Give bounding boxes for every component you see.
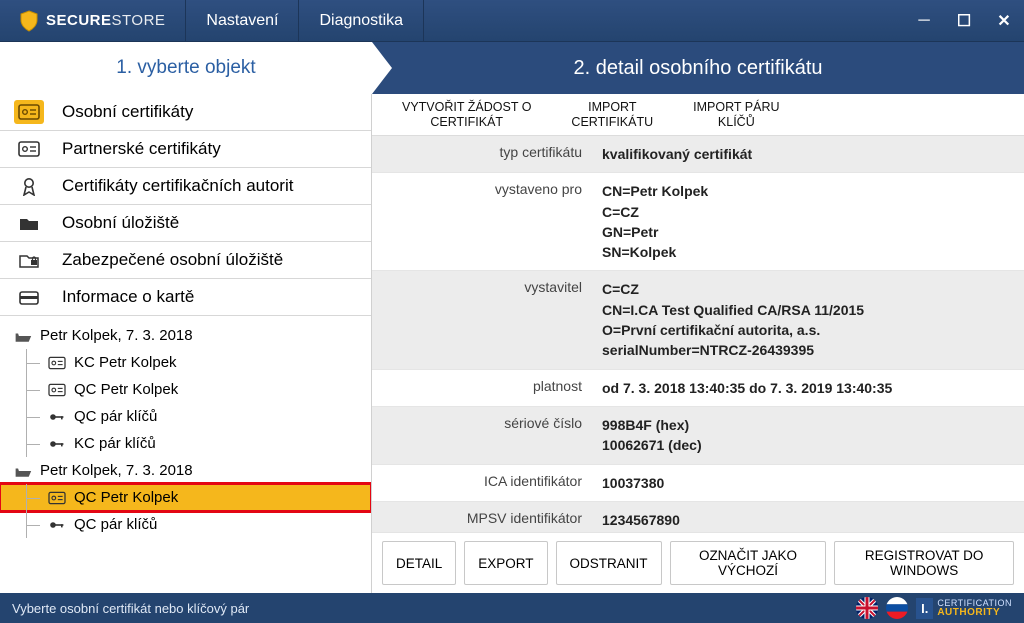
menu-settings[interactable]: Nastavení — [185, 0, 299, 41]
card-icon — [14, 285, 44, 309]
category-ca[interactable]: Certifikáty certifikačních autorit — [0, 168, 371, 205]
status-hint: Vyberte osobní certifikát nebo klíčový p… — [12, 601, 249, 616]
menu-diagnostics[interactable]: Diagnostika — [299, 0, 424, 41]
tree-item-label: KC Petr Kolpek — [74, 354, 177, 371]
tree-item[interactable]: QC Petr Kolpek — [0, 376, 371, 403]
property-value: C=CZCN=I.CA Test Qualified CA/RSA 11/201… — [592, 271, 1024, 369]
property-label: platnost — [372, 369, 592, 406]
property-value: kvalifikovaný certifikát — [592, 136, 1024, 173]
step-1: 1. vyberte objekt — [0, 42, 372, 94]
tree-folder-label: Petr Kolpek, 7. 3. 2018 — [40, 327, 193, 344]
app-name-2: STORE — [112, 12, 166, 29]
category-partner[interactable]: Partnerské certifikáty — [0, 131, 371, 168]
properties-scroll[interactable]: typ certifikátukvalifikovaný certifikátv… — [372, 136, 1024, 593]
property-label: ICA identifikátor — [372, 464, 592, 501]
btn-export[interactable]: EXPORT — [464, 541, 547, 585]
category-label: Zabezpečené osobní úložiště — [62, 250, 283, 270]
properties-table: typ certifikátukvalifikovaný certifikátv… — [372, 136, 1024, 576]
tree-folder-label: Petr Kolpek, 7. 3. 2018 — [40, 462, 193, 479]
category-secstore[interactable]: Zabezpečené osobní úložiště — [0, 242, 371, 279]
step-header: 1. vyberte objekt 2. detail osobního cer… — [0, 42, 1024, 94]
property-row: vystavitelC=CZCN=I.CA Test Qualified CA/… — [372, 271, 1024, 369]
btn-register-windows[interactable]: REGISTROVAT DO WINDOWS — [834, 541, 1014, 585]
property-label: typ certifikátu — [372, 136, 592, 173]
category-label: Partnerské certifikáty — [62, 139, 221, 159]
property-label: sériové číslo — [372, 406, 592, 464]
medal-icon — [14, 174, 44, 198]
window-maximize[interactable]: ☐ — [944, 0, 984, 42]
app-logo: SECURESTORE — [0, 0, 185, 41]
tree-folder[interactable]: Petr Kolpek, 7. 3. 2018 — [0, 457, 371, 484]
app-name-1: SECURE — [46, 12, 112, 29]
category-label: Certifikáty certifikačních autorit — [62, 176, 293, 196]
tree-item-label: QC Petr Kolpek — [74, 381, 178, 398]
shield-icon — [20, 10, 38, 32]
category-personal[interactable]: Osobní certifikáty — [0, 94, 371, 131]
property-label: vystaveno pro — [372, 173, 592, 271]
cert-icon — [14, 100, 44, 124]
detail-top-actions: VYTVOŘIT ŽÁDOST O CERTIFIKÁT IMPORT CERT… — [372, 94, 1024, 136]
detail-pane: VYTVOŘIT ŽÁDOST O CERTIFIKÁT IMPORT CERT… — [372, 94, 1024, 593]
property-value: 10037380 — [592, 464, 1024, 501]
tree-item[interactable]: KC Petr Kolpek — [0, 349, 371, 376]
cert-icon — [48, 355, 66, 371]
category-label: Informace o kartě — [62, 287, 194, 307]
flag-uk-icon[interactable] — [856, 597, 878, 619]
cert-icon — [48, 382, 66, 398]
action-create-request[interactable]: VYTVOŘIT ŽÁDOST O CERTIFIKÁT — [402, 100, 531, 129]
tree-item-label: KC pár klíčů — [74, 435, 156, 452]
action-import-keypair[interactable]: IMPORT PÁRU KLÍČŮ — [693, 100, 779, 129]
tree-item-label: QC pár klíčů — [74, 516, 157, 533]
property-label: vystavitel — [372, 271, 592, 369]
btn-remove[interactable]: ODSTRANIT — [556, 541, 662, 585]
titlebar: SECURESTORE Nastavení Diagnostika ─ ☐ ✕ — [0, 0, 1024, 42]
folderlock-icon — [14, 248, 44, 272]
property-row: typ certifikátukvalifikovaný certifikát — [372, 136, 1024, 173]
property-value: 998B4F (hex)10062671 (dec) — [592, 406, 1024, 464]
ca-badge[interactable]: I. CERTIFICATION AUTHORITY — [916, 598, 1012, 619]
sidebar: Osobní certifikáty Partnerské certifikáty… — [0, 94, 372, 593]
category-store[interactable]: Osobní úložiště — [0, 205, 371, 242]
cert-icon — [14, 137, 44, 161]
window-close[interactable]: ✕ — [984, 0, 1024, 42]
property-row: ICA identifikátor10037380 — [372, 464, 1024, 501]
key-icon — [48, 436, 66, 452]
folder-icon — [14, 211, 44, 235]
key-icon — [48, 517, 66, 533]
category-label: Osobní certifikáty — [62, 102, 193, 122]
key-icon — [48, 409, 66, 425]
window-minimize[interactable]: ─ — [904, 0, 944, 42]
tree-item[interactable]: KC pár klíčů — [0, 430, 371, 457]
statusbar: Vyberte osobní certifikát nebo klíčový p… — [0, 593, 1024, 623]
property-value: od 7. 3. 2018 13:40:35 do 7. 3. 2019 13:… — [592, 369, 1024, 406]
tree-item-label: QC pár klíčů — [74, 408, 157, 425]
cert-icon — [48, 490, 66, 506]
open-folder-icon — [14, 328, 32, 344]
category-label: Osobní úložiště — [62, 213, 179, 233]
btn-set-default[interactable]: OZNAČIT JAKO VÝCHOZÍ — [670, 541, 827, 585]
flag-sk-icon[interactable] — [886, 597, 908, 619]
step-2: 2. detail osobního certifikátu — [372, 42, 1024, 94]
tree-item[interactable]: QC pár klíčů — [0, 511, 371, 538]
detail-buttons: DETAIL EXPORT ODSTRANIT OZNAČIT JAKO VÝC… — [372, 532, 1024, 593]
tree-folder[interactable]: Petr Kolpek, 7. 3. 2018 — [0, 322, 371, 349]
tree-item[interactable]: QC pár klíčů — [0, 403, 371, 430]
tree-item-label: QC Petr Kolpek — [74, 489, 178, 506]
open-folder-icon — [14, 463, 32, 479]
category-card[interactable]: Informace o kartě — [0, 279, 371, 316]
btn-detail[interactable]: DETAIL — [382, 541, 456, 585]
action-import-cert[interactable]: IMPORT CERTIFIKÁTU — [571, 100, 653, 129]
property-row: vystaveno proCN=Petr KolpekC=CZGN=PetrSN… — [372, 173, 1024, 271]
property-value: CN=Petr KolpekC=CZGN=PetrSN=Kolpek — [592, 173, 1024, 271]
tree-item[interactable]: QC Petr Kolpek — [0, 484, 371, 511]
property-row: sériové číslo998B4F (hex)10062671 (dec) — [372, 406, 1024, 464]
property-row: platnostod 7. 3. 2018 13:40:35 do 7. 3. … — [372, 369, 1024, 406]
